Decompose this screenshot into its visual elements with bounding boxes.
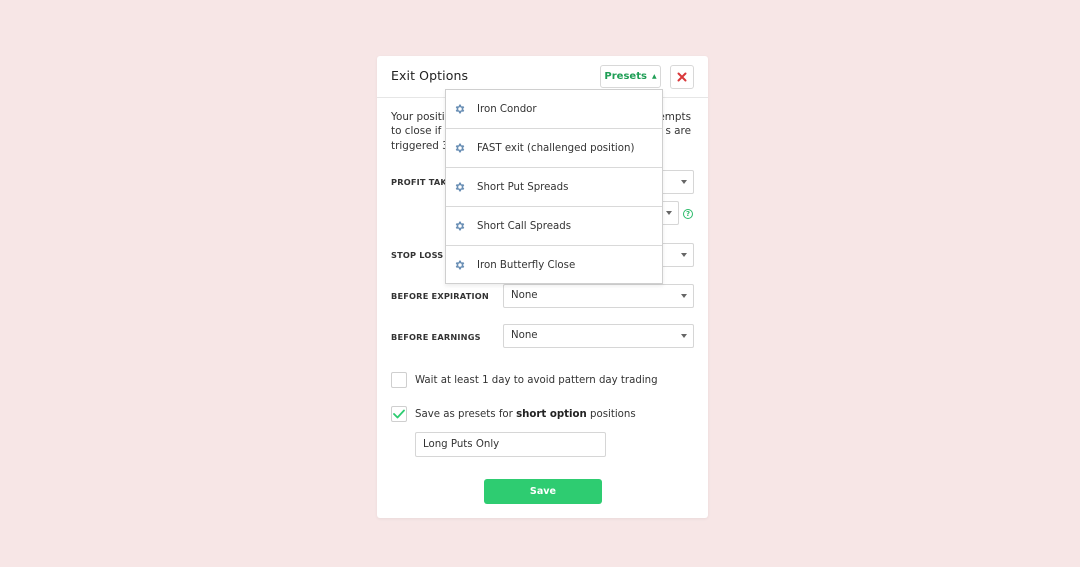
gear-icon — [455, 143, 465, 153]
before-earnings-label: BEFORE EARNINGS — [391, 332, 481, 342]
dropdown-arrow-icon — [681, 294, 687, 298]
save-presets-option: Save as presets for short option positio… — [391, 405, 636, 423]
close-button[interactable] — [670, 65, 694, 89]
preset-item[interactable]: Iron Butterfly Close — [446, 246, 662, 284]
presets-dropdown-menu: Iron Condor FAST exit (challenged positi… — [445, 89, 663, 284]
before-earnings-select[interactable]: None — [503, 324, 694, 348]
gear-icon — [455, 221, 465, 231]
dropdown-arrow-icon — [681, 253, 687, 257]
save-presets-text: Save as presets for — [415, 408, 517, 420]
save-button[interactable]: Save — [484, 479, 602, 504]
save-presets-label: Save as presets for short option positio… — [415, 409, 636, 420]
wait-day-label: Wait at least 1 day to avoid pattern day… — [415, 374, 658, 386]
save-presets-bold-text: short option — [516, 408, 587, 420]
preset-item-label: Iron Butterfly Close — [477, 259, 576, 271]
save-presets-text-end: positions — [586, 408, 636, 420]
close-icon — [677, 72, 687, 82]
modal-title: Exit Options — [391, 68, 469, 83]
preset-item-label: FAST exit (challenged position) — [477, 142, 635, 154]
before-expiration-value: None — [511, 290, 538, 301]
help-icon[interactable]: ? — [683, 209, 693, 219]
preset-item-label: Iron Condor — [477, 103, 537, 115]
preset-item[interactable]: FAST exit (challenged position) — [446, 129, 662, 168]
stop-loss-label: STOP LOSS — [391, 250, 444, 260]
description-right: s are — [665, 125, 691, 138]
preset-item[interactable]: Iron Condor — [446, 90, 662, 129]
preset-item[interactable]: Short Put Spreads — [446, 168, 662, 207]
preset-item-label: Short Call Spreads — [477, 220, 572, 232]
dropdown-arrow-icon — [666, 211, 672, 215]
before-expiration-select[interactable]: None — [503, 284, 694, 308]
save-presets-checkbox[interactable] — [391, 406, 407, 422]
checkmark-icon — [393, 409, 405, 419]
presets-button[interactable]: Presets ▲ — [600, 65, 661, 88]
caret-up-icon: ▲ — [651, 73, 657, 80]
preset-item[interactable]: Short Call Spreads — [446, 207, 662, 246]
description-right: empts — [658, 111, 691, 123]
presets-button-label: Presets — [604, 71, 647, 82]
before-expiration-label: BEFORE EXPIRATION — [391, 291, 489, 301]
wait-day-option: Wait at least 1 day to avoid pattern day… — [391, 371, 658, 389]
gear-icon — [455, 104, 465, 114]
gear-icon — [455, 260, 465, 270]
preset-name-input[interactable]: Long Puts Only — [415, 432, 606, 457]
dropdown-arrow-icon — [681, 180, 687, 184]
before-earnings-value: None — [511, 330, 538, 341]
dropdown-arrow-icon — [681, 334, 687, 338]
gear-icon — [455, 182, 465, 192]
wait-day-checkbox[interactable] — [391, 372, 407, 388]
preset-item-label: Short Put Spreads — [477, 181, 569, 193]
